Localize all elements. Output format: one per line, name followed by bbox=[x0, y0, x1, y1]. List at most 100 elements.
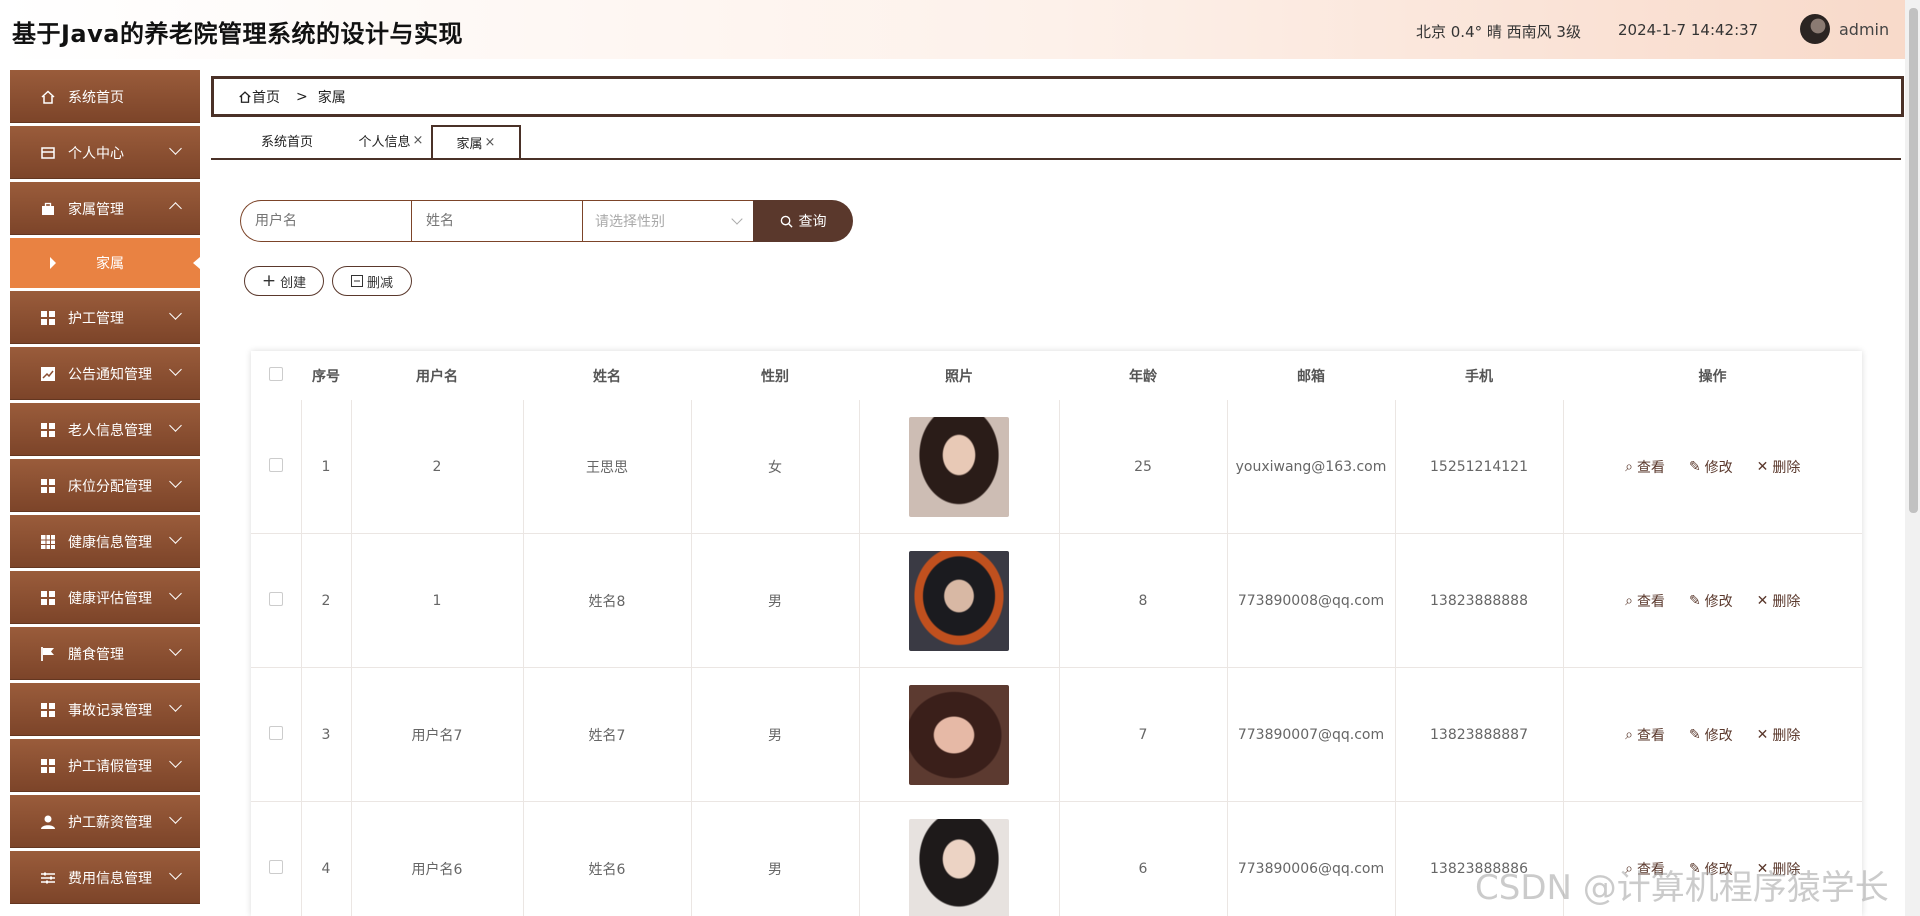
tab-bar: 系统首页 个人信息 × 家属 × bbox=[211, 125, 1901, 160]
sidebar-item-caregiver[interactable]: 护工管理 bbox=[10, 291, 200, 344]
cell-gender: 男 bbox=[691, 667, 860, 802]
close-icon[interactable]: × bbox=[413, 133, 424, 148]
tab-home[interactable]: 系统首页 bbox=[247, 125, 327, 156]
table-row: 2 1 姓名8 男 8 773890008@qq.com 13823888888… bbox=[251, 533, 1862, 668]
chevron-down-icon bbox=[169, 363, 182, 376]
plus-icon: + bbox=[261, 271, 277, 291]
sidebar-item-health-eval[interactable]: 健康评估管理 bbox=[10, 571, 200, 624]
delete-button[interactable]: ✕ 删除 bbox=[1757, 725, 1801, 745]
grid-icon bbox=[40, 310, 56, 326]
sidebar-item-home[interactable]: 系统首页 bbox=[10, 70, 200, 123]
table-header: 序号 用户名 姓名 性别 照片 年龄 邮箱 手机 操作 bbox=[251, 351, 1862, 400]
sliders-icon bbox=[40, 870, 56, 886]
column-header-phone: 手机 bbox=[1465, 368, 1493, 385]
delete-batch-button[interactable]: 删减 bbox=[332, 266, 412, 296]
photo-thumbnail[interactable] bbox=[909, 550, 1009, 651]
breadcrumb-current: 家属 bbox=[317, 89, 346, 106]
sidebar-item-fee[interactable]: 费用信息管理 bbox=[10, 851, 200, 904]
app-title: 基于Java的养老院管理系统的设计与实现 bbox=[12, 20, 463, 48]
view-button[interactable]: ⌕ 查看 bbox=[1625, 457, 1665, 477]
cell-actions: ⌕ 查看 ✎ 修改 ✕ 删除 bbox=[1563, 533, 1862, 668]
sidebar-item-label: 护工请假管理 bbox=[68, 758, 152, 775]
search-button[interactable]: 查询 bbox=[753, 200, 853, 242]
sidebar-item-notice[interactable]: 公告通知管理 bbox=[10, 347, 200, 400]
cell-name: 姓名7 bbox=[523, 667, 692, 802]
delete-button[interactable]: ✕ 删除 bbox=[1757, 457, 1801, 477]
sidebar: 系统首页 个人中心 家属管理 家属 护工管理 公告通知管理 老人信息管理 床位分… bbox=[10, 70, 200, 916]
username-search-field[interactable] bbox=[240, 200, 411, 242]
sidebar-item-label: 护工薪资管理 bbox=[68, 814, 152, 831]
view-label: 查看 bbox=[1636, 593, 1665, 610]
chevron-up-icon bbox=[169, 202, 182, 215]
sidebar-item-leave[interactable]: 护工请假管理 bbox=[10, 739, 200, 792]
photo-thumbnail[interactable] bbox=[909, 818, 1009, 916]
cell-username: 用户名6 bbox=[351, 801, 524, 916]
row-checkbox[interactable] bbox=[268, 457, 283, 472]
sidebar-subitem-label: 家属 bbox=[96, 256, 124, 272]
delete-label: 删除 bbox=[1772, 593, 1801, 610]
row-checkbox[interactable] bbox=[268, 591, 283, 606]
sidebar-subitem-family[interactable]: 家属 bbox=[10, 238, 200, 288]
sidebar-item-label: 费用信息管理 bbox=[68, 870, 152, 887]
grid-icon bbox=[40, 422, 56, 438]
edit-button[interactable]: ✎ 修改 bbox=[1689, 457, 1733, 477]
row-select-cell bbox=[251, 400, 302, 534]
pencil-icon: ✎ bbox=[1688, 726, 1701, 743]
sidebar-item-label: 健康评估管理 bbox=[68, 590, 152, 607]
create-button[interactable]: + 创建 bbox=[244, 266, 324, 296]
chevron-down-icon bbox=[169, 142, 182, 155]
close-icon: ✕ bbox=[1756, 592, 1769, 609]
breadcrumb-home[interactable]: 首页 bbox=[238, 87, 280, 107]
gender-select[interactable]: 请选择性别 bbox=[582, 200, 753, 242]
username-label[interactable]: admin bbox=[1839, 20, 1889, 39]
sidebar-item-accident[interactable]: 事故记录管理 bbox=[10, 683, 200, 736]
avatar[interactable] bbox=[1800, 14, 1830, 44]
name-search-input[interactable] bbox=[424, 212, 578, 230]
cell-username: 1 bbox=[351, 533, 524, 668]
sidebar-item-label: 个人中心 bbox=[68, 145, 124, 162]
delete-batch-button-label: 删减 bbox=[366, 275, 393, 291]
photo-thumbnail[interactable] bbox=[909, 684, 1009, 785]
sidebar-item-elderly[interactable]: 老人信息管理 bbox=[10, 403, 200, 456]
view-button[interactable]: ⌕ 查看 bbox=[1625, 725, 1665, 745]
sidebar-item-profile[interactable]: 个人中心 bbox=[10, 126, 200, 179]
column-header-age: 年龄 bbox=[1129, 368, 1157, 385]
grid-icon bbox=[40, 478, 56, 494]
chart-icon bbox=[40, 366, 56, 382]
edit-button[interactable]: ✎ 修改 bbox=[1689, 591, 1733, 611]
sidebar-item-salary[interactable]: 护工薪资管理 bbox=[10, 795, 200, 848]
cell-email: 773890007@qq.com bbox=[1227, 667, 1396, 802]
cell-username: 用户名7 bbox=[351, 667, 524, 802]
close-icon: ✕ bbox=[1756, 726, 1769, 743]
table-row: 3 用户名7 姓名7 男 7 773890007@qq.com 13823888… bbox=[251, 667, 1862, 802]
row-checkbox[interactable] bbox=[268, 725, 283, 740]
edit-button[interactable]: ✎ 修改 bbox=[1689, 725, 1733, 745]
column-header-photo: 照片 bbox=[945, 368, 973, 385]
search-icon: ⌕ bbox=[1625, 592, 1633, 609]
cell-username: 2 bbox=[351, 400, 524, 534]
tab-family[interactable]: 家属 × bbox=[431, 125, 521, 158]
username-search-input[interactable] bbox=[253, 212, 407, 230]
sidebar-item-label: 健康信息管理 bbox=[68, 534, 152, 551]
sidebar-item-diet[interactable]: 膳食管理 bbox=[10, 627, 200, 680]
name-search-field[interactable] bbox=[411, 200, 582, 242]
grid-icon bbox=[40, 702, 56, 718]
sidebar-item-bed[interactable]: 床位分配管理 bbox=[10, 459, 200, 512]
watermark: CSDN @计算机程序猿学长 bbox=[1475, 868, 1889, 908]
scrollbar-thumb[interactable] bbox=[1909, 8, 1918, 513]
view-button[interactable]: ⌕ 查看 bbox=[1625, 591, 1665, 611]
delete-button[interactable]: ✕ 删除 bbox=[1757, 591, 1801, 611]
top-header: 基于Java的养老院管理系统的设计与实现 北京 0.4° 晴 西南风 3级 20… bbox=[0, 0, 1920, 59]
photo-thumbnail[interactable] bbox=[909, 416, 1009, 517]
close-icon[interactable]: × bbox=[485, 135, 496, 150]
select-all-checkbox[interactable] bbox=[269, 366, 283, 381]
cell-index: 4 bbox=[301, 801, 352, 916]
cell-index: 3 bbox=[301, 667, 352, 802]
chevron-down-icon bbox=[169, 475, 182, 488]
view-label: 查看 bbox=[1636, 727, 1665, 744]
tab-profile[interactable]: 个人信息 × bbox=[343, 125, 439, 156]
sidebar-item-health-info[interactable]: 健康信息管理 bbox=[10, 515, 200, 568]
column-header-gender: 性别 bbox=[761, 368, 789, 385]
sidebar-item-family[interactable]: 家属管理 bbox=[10, 182, 200, 235]
row-checkbox[interactable] bbox=[268, 859, 283, 874]
